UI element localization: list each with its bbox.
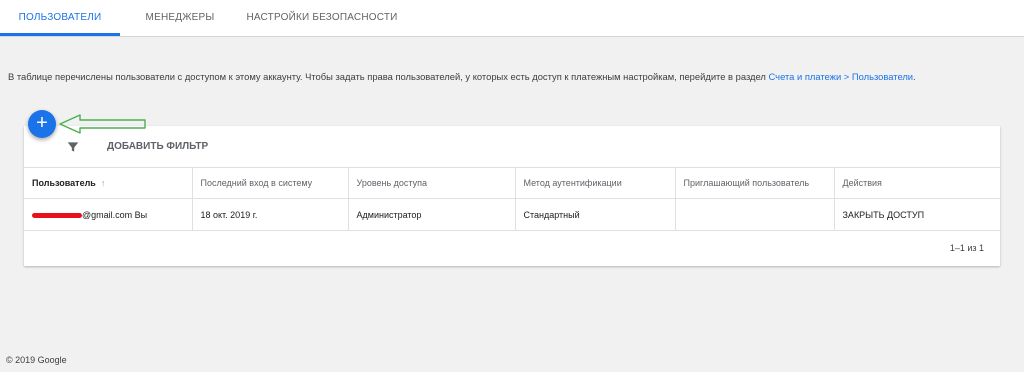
user-email: @gmail.com Вы [82,209,148,220]
annotation-arrow-icon [59,114,146,134]
cell-auth-method: Стандартный [515,198,676,231]
active-tab-indicator [0,33,120,36]
column-header-user[interactable]: Пользователь ↑ [24,167,193,199]
users-table-card: ДОБАВИТЬ ФИЛЬТР Пользователь ↑ Последний … [24,126,1000,266]
add-user-button[interactable]: + [28,110,56,138]
tab-users[interactable]: Пользователи [0,0,120,36]
description-body: В таблице перечислены пользователи с дос… [8,71,769,82]
cell-inviter [675,198,835,231]
column-header-access-level[interactable]: Уровень доступа [348,167,516,199]
cell-actions: ЗАКРЫТЬ ДОСТУП [834,198,1000,231]
plus-icon: + [36,112,48,134]
cell-access-level: Администратор [348,198,516,231]
tab-managers[interactable]: Менеджеры [132,0,228,36]
users-table: Пользователь ↑ Последний вход в систему У… [24,167,1000,231]
column-header-label: Пользователь [32,177,96,188]
tab-security-settings[interactable]: Настройки безопасности [246,0,398,36]
column-header-actions: Действия [834,167,1000,199]
filter-bar: ДОБАВИТЬ ФИЛЬТР [24,126,1000,168]
revoke-access-button[interactable]: ЗАКРЫТЬ ДОСТУП [843,210,925,220]
filter-icon[interactable] [66,140,80,154]
pagination-info: 1–1 из 1 [949,243,984,253]
cell-user: @gmail.com Вы [24,198,193,231]
column-header-inviter[interactable]: Приглашающий пользователь [675,167,835,199]
add-filter-button[interactable]: ДОБАВИТЬ ФИЛЬТР [107,141,208,152]
sort-arrow-up-icon[interactable]: ↑ [101,178,106,188]
footer-copyright: © 2019 Google [6,355,67,365]
column-header-last-login[interactable]: Последний вход в систему [192,167,349,199]
redaction-mark [32,212,82,218]
table-row: @gmail.com Вы 18 окт. 2019 г. Администра… [24,198,1000,231]
description-suffix: . [913,71,916,82]
table-header-row: Пользователь ↑ Последний вход в систему У… [24,167,1000,199]
billing-users-link[interactable]: Счета и платежи > Пользователи [769,71,914,82]
column-header-auth-method[interactable]: Метод аутентификации [515,167,676,199]
cell-last-login: 18 окт. 2019 г. [192,198,349,231]
description-text: В таблице перечислены пользователи с дос… [8,71,916,82]
tab-bar: Пользователи Менеджеры Настройки безопас… [0,0,1024,37]
